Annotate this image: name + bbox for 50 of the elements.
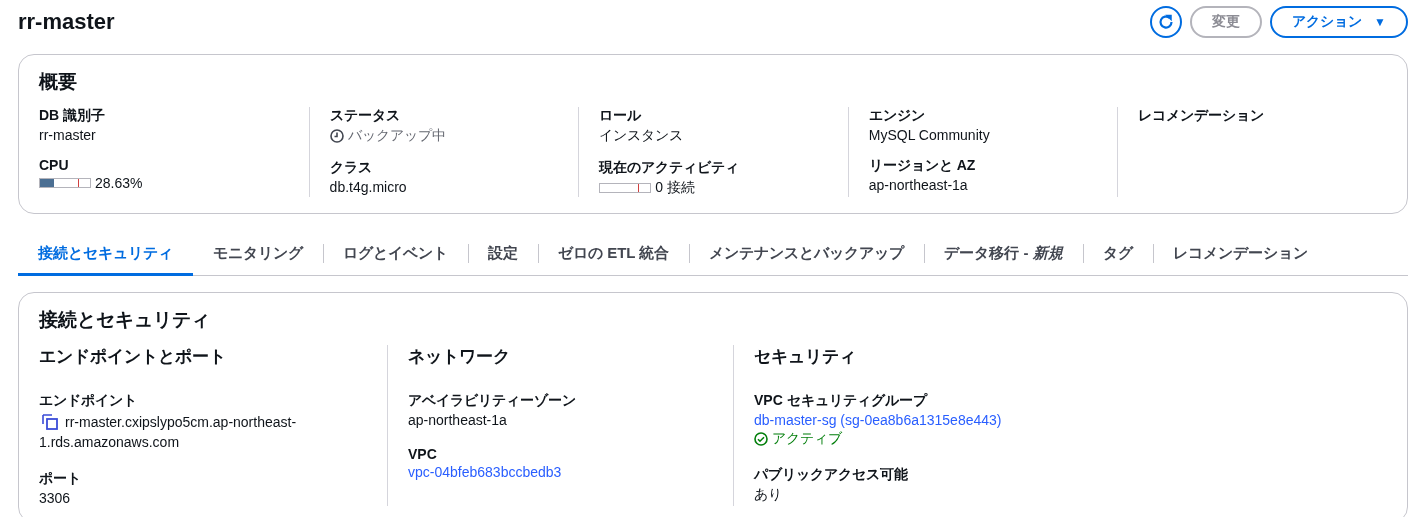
tab[interactable]: モニタリング	[193, 236, 323, 276]
field-value: rr-master	[39, 127, 97, 143]
status-text: バックアップ中	[347, 127, 446, 145]
field-label: ステータス	[329, 107, 401, 125]
meter-reading: 28.63%	[95, 175, 143, 191]
field-label: 現在のアクティビティ	[599, 159, 741, 177]
field-label: パブリックアクセス可能	[754, 466, 909, 484]
field-label: DB 識別子	[39, 107, 107, 125]
status-text: アクティブ	[772, 430, 842, 448]
field-label: ロール	[599, 107, 643, 125]
tab[interactable]: 接続とセキュリティ	[18, 236, 193, 276]
section-heading: ネットワーク	[408, 346, 511, 368]
field-value: 3306	[39, 490, 72, 506]
clock-icon	[329, 129, 344, 143]
field-label: CPU	[39, 157, 70, 173]
tab[interactable]: レコメンデーション	[1152, 236, 1328, 276]
copy-icon[interactable]	[41, 414, 59, 430]
tab[interactable]: タグ	[1082, 236, 1153, 276]
field-label: VPC セキュリティグループ	[754, 392, 929, 410]
field-value: rr-master.cxipslypo5cm.ap-northeast-1.rds.amazonaws.com	[39, 413, 298, 452]
tab[interactable]: データ移行 - 新規	[924, 236, 1083, 276]
meter-reading: 0 接続	[655, 179, 695, 197]
field-label: VPC	[408, 446, 438, 462]
card-title: 概要	[39, 70, 78, 94]
actions-dropdown[interactable]: アクション ▼	[1270, 6, 1408, 38]
page-title: rr-master	[18, 9, 115, 35]
tab[interactable]: ログとイベント	[323, 236, 468, 276]
field-value: ap-northeast-1a	[408, 412, 508, 428]
field-label: アベイラビリティーゾーン	[408, 392, 577, 410]
field-label: クラス	[329, 159, 373, 177]
tab[interactable]: ゼロの ETL 統合	[538, 236, 690, 276]
check-circle-icon	[754, 432, 768, 446]
field-label: エンジン	[868, 107, 926, 125]
field-label: ポート	[39, 470, 82, 488]
field-value: インスタンス	[599, 127, 685, 145]
field-label: リージョンと AZ	[868, 157, 977, 175]
section-heading: セキュリティ	[754, 346, 857, 368]
tab[interactable]: 設定	[468, 236, 538, 276]
tab[interactable]: メンテナンスとバックアップ	[689, 236, 925, 276]
field-label: エンドポイント	[39, 392, 138, 410]
field-value: ap-northeast-1a	[868, 177, 969, 193]
section-heading: エンドポイントとポート	[39, 346, 227, 368]
field-link[interactable]: db-master-sg (sg-0ea8b6a1315e8e443)	[754, 412, 1367, 428]
field-link[interactable]: vpc-04bfeb683bccbedb3	[408, 464, 713, 480]
field-label: レコメンデーション	[1138, 107, 1266, 125]
field-value: db.t4g.micro	[329, 179, 408, 195]
card-title: 接続とセキュリティ	[39, 308, 211, 332]
refresh-button[interactable]	[1150, 6, 1183, 38]
field-value: MySQL Community	[868, 127, 991, 143]
field-value: あり	[754, 486, 783, 504]
